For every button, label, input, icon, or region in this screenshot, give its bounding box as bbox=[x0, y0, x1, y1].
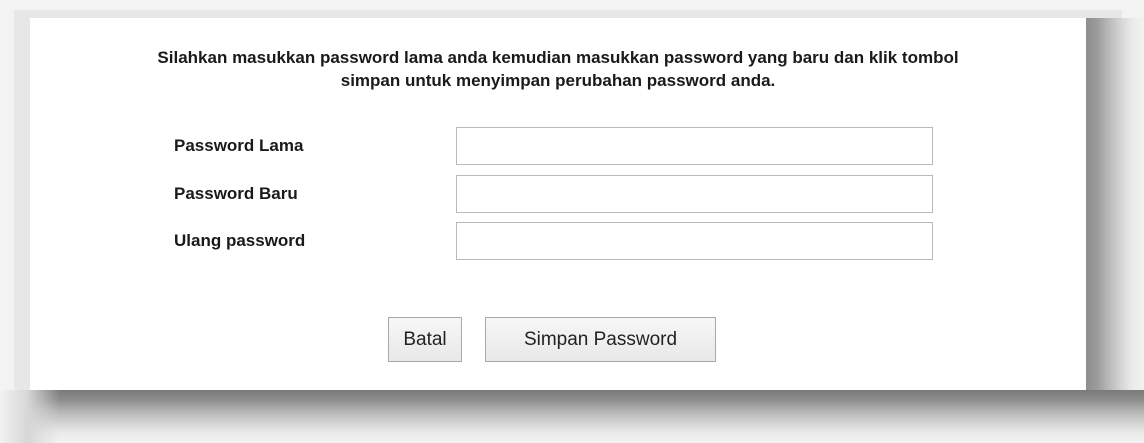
old-password-label: Password Lama bbox=[174, 136, 304, 155]
repeat-password-input[interactable] bbox=[456, 222, 933, 260]
form-row-repeat-password: Ulang password bbox=[30, 221, 1086, 261]
cancel-button[interactable]: Batal bbox=[388, 317, 462, 362]
panel-shadow-right bbox=[1086, 18, 1144, 390]
form-row-old-password: Password Lama bbox=[30, 126, 1086, 166]
instruction-line-2: simpan untuk menyimpan perubahan passwor… bbox=[340, 71, 776, 90]
change-password-dialog: Silahkan masukkan password lama anda kem… bbox=[30, 18, 1086, 390]
screen: Silahkan masukkan password lama anda kem… bbox=[0, 0, 1144, 443]
repeat-password-label: Ulang password bbox=[174, 231, 306, 250]
new-password-input[interactable] bbox=[456, 175, 933, 213]
old-password-input[interactable] bbox=[456, 127, 933, 165]
panel-shadow-fade bbox=[0, 390, 60, 443]
new-password-label: Password Baru bbox=[174, 184, 298, 203]
instruction-line-1: Silahkan masukkan password lama anda kem… bbox=[157, 48, 959, 67]
save-password-button[interactable]: Simpan Password bbox=[485, 317, 716, 362]
panel-shadow-bottom bbox=[0, 390, 1144, 443]
form-row-new-password: Password Baru bbox=[30, 174, 1086, 214]
instruction-text: Silahkan masukkan password lama anda kem… bbox=[30, 46, 1086, 92]
